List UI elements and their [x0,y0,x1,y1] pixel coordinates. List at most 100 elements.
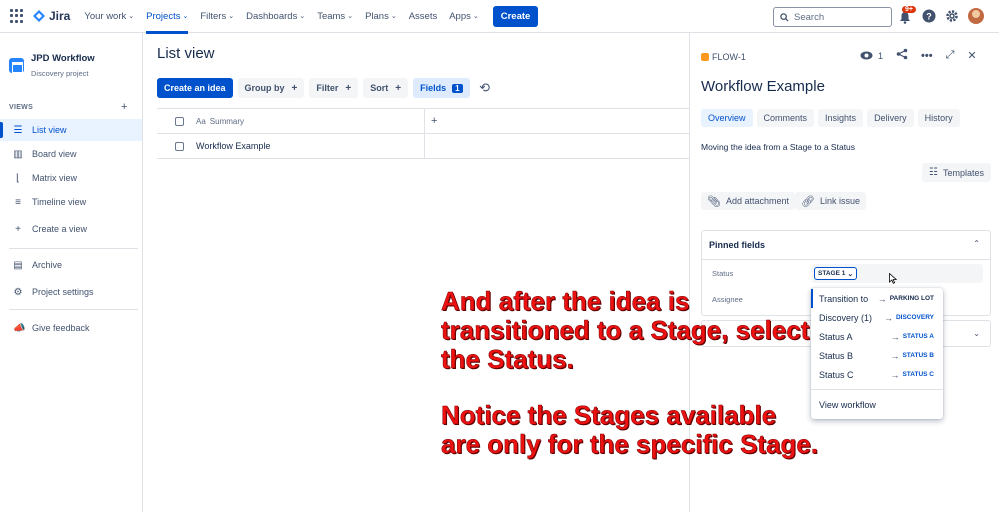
add-view-icon[interactable]: + [121,101,127,113]
sort-label: Sort [370,83,389,93]
matrix-icon: ⌊ [16,172,20,184]
project-sidebar: JPD Workflow Discovery project VIEWS + ☰… [0,33,143,512]
sidebar-divider [9,248,138,249]
user-avatar[interactable] [968,8,984,24]
sidebar-item-label: Matrix view [32,173,78,183]
link-issue-button[interactable]: 🔗︎ Link issue [795,192,866,210]
fields-button[interactable]: Fields 1 [413,78,470,98]
idea-title[interactable]: Workflow Example [701,78,825,95]
option-label: Status C [819,369,854,380]
tab-insights[interactable]: Insights [818,109,864,127]
sidebar-divider [9,309,138,310]
transition-option-status-a[interactable]: Status A → STATUS A [811,327,943,346]
link-issue-label: Link issue [819,196,860,206]
idea-description[interactable]: Moving the idea from a Stage to a Status [701,142,855,152]
transition-option-parking-lot[interactable]: Transition to → PARKING LOT [811,289,943,308]
nav-assets[interactable]: Assets [409,0,438,33]
jira-logo[interactable]: Jira [32,9,70,23]
table-row[interactable]: Workflow Example [157,134,689,159]
nav-label: Projects [146,10,181,22]
tab-comments[interactable]: Comments [756,109,815,127]
tab-overview[interactable]: Overview [701,109,753,127]
watch-button[interactable]: 1 [860,51,883,61]
transition-option-status-c[interactable]: Status C → STATUS C [811,365,943,384]
sidebar-item-project-settings[interactable]: ⚙ Project settings [0,281,142,303]
top-right-icons: 9+ ? [899,6,984,24]
project-type: Discovery project [31,69,89,78]
status-field[interactable]: STAGE 1 ⌄ [812,264,983,283]
nav-apps[interactable]: Apps ⌄ [449,0,479,33]
column-type-icon: Aa [196,116,206,126]
create-idea-button[interactable]: Create an idea [157,78,233,98]
sidebar-item-archive[interactable]: ▤ Archive [0,254,142,276]
sidebar-item-label: Timeline view [32,197,87,207]
expand-icon[interactable]: ⤢ [946,49,955,62]
pinned-fields-heading: Pinned fields [709,240,766,250]
nav-dashboards[interactable]: Dashboards ⌄ [246,0,305,33]
search-input[interactable]: Search [773,7,892,27]
add-column-icon[interactable]: + [431,115,437,127]
tab-delivery[interactable]: Delivery [867,109,914,127]
create-button[interactable]: Create [492,5,539,27]
option-target: → STATUS C [890,370,934,380]
templates-button[interactable]: ☷ Templates [922,163,991,182]
chevron-down-icon: ⌄ [390,13,397,20]
view-workflow-link[interactable]: View workflow [811,395,943,414]
idea-summary[interactable]: Workflow Example [196,141,270,151]
transition-option-status-b[interactable]: Status B → STATUS B [811,346,943,365]
group-by-button[interactable]: Group by + [237,78,305,98]
view-toolbar: Create an idea Group by + Filter + Sort + F… [157,78,495,98]
sidebar-item-give-feedback[interactable]: 📣 Give feedback [0,317,142,339]
nav-label: Assets [408,10,438,22]
sidebar-item-list-view[interactable]: ☰ List view [0,119,142,141]
status-field-label: Status [712,269,734,278]
issue-key[interactable]: FLOW-1 [701,52,746,62]
row-checkbox[interactable] [175,141,184,151]
nav-label: Dashboards [246,10,298,22]
nav-your-work[interactable]: Your work ⌄ [84,0,134,33]
share-icon[interactable] [896,48,908,63]
filter-button[interactable]: Filter + [309,78,359,98]
board-icon: ▥ [13,148,23,160]
settings-gear-icon[interactable] [945,9,959,23]
list-icon: ☰ [13,124,23,136]
sidebar-item-board-view[interactable]: ▥ Board view [0,143,142,165]
select-all-checkbox[interactable] [175,116,184,126]
sidebar-item-matrix-view[interactable]: ⌊ Matrix view [0,167,142,189]
arrow-right-icon: → [890,350,900,361]
fields-count-badge: 1 [452,83,463,93]
summary-column-header[interactable]: Summary [210,117,244,126]
sidebar-item-timeline-view[interactable]: ≡ Timeline view [0,191,142,213]
chevron-down-icon: ⌄ [472,13,479,20]
status-lozenge[interactable]: STAGE 1 ⌄ [814,267,858,280]
annotation-line: are only for the specific Stage. [441,429,819,459]
nav-label: Your work [84,10,127,22]
chevron-down-icon[interactable]: ⌄ [973,329,980,338]
add-attachment-button[interactable]: 📎︎ Add attachment [701,192,796,210]
option-label: Status A [819,331,853,342]
project-header[interactable]: JPD Workflow Discovery project [9,53,95,78]
more-options-icon[interactable]: ••• [921,50,933,62]
annotation-line: transitioned to a Stage, select [441,315,810,345]
auto-refresh-icon[interactable]: ⟲ [475,78,495,98]
nav-projects[interactable]: Projects ⌄ [146,0,189,34]
annotation-line: And after the idea is [441,286,690,316]
nav-teams[interactable]: Teams ⌄ [317,0,353,33]
tab-history[interactable]: History [917,109,960,127]
archive-icon: ▤ [13,259,23,271]
help-icon[interactable]: ? [922,9,936,23]
section-divider [702,259,990,260]
sidebar-item-create-view[interactable]: + Create a view [0,218,142,240]
add-attachment-label: Add attachment [725,196,790,206]
nav-filters[interactable]: Filters ⌄ [200,0,234,33]
app-switcher-icon[interactable] [10,9,24,23]
plus-icon: + [15,223,21,235]
transition-option-discovery[interactable]: Discovery (1) → DISCOVERY [811,308,943,327]
sidebar-item-label: Project settings [32,287,94,297]
nav-label: Plans [365,10,389,22]
sort-button[interactable]: Sort + [363,78,409,98]
notifications-button[interactable]: 9+ [899,6,916,24]
close-icon[interactable]: ✕ [967,49,976,62]
chevron-up-icon[interactable]: ⌃ [973,239,980,248]
nav-plans[interactable]: Plans ⌄ [365,0,397,33]
